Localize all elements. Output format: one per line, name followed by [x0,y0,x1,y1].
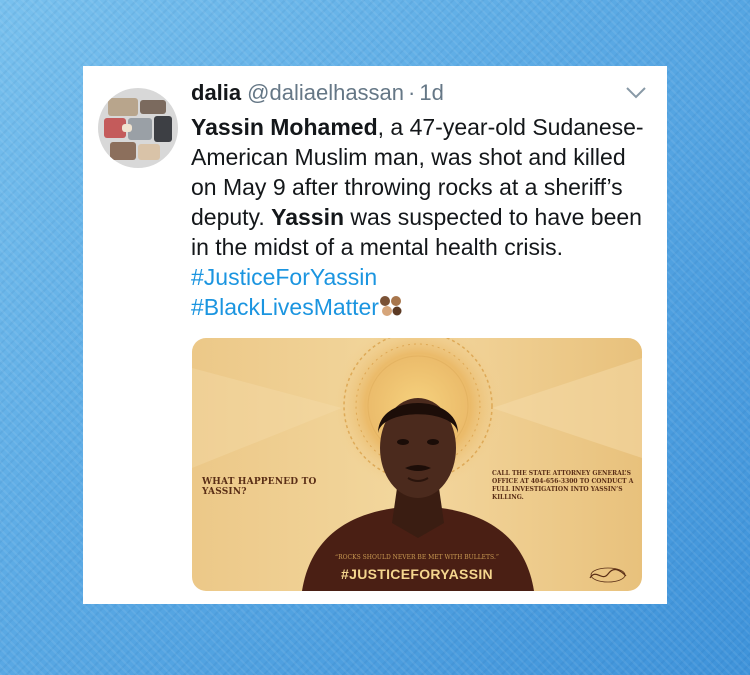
poster-call-to-action: CALL THE STATE ATTORNEY GENERAL’S OFFICE… [492,470,634,501]
tweet-card[interactable]: dalia @daliaelhassan · 1d Yassin Mohamed… [83,66,667,604]
user-handle[interactable]: @daliaelhassan [247,80,404,106]
artist-signature-icon [589,567,627,583]
separator-dot: · [408,80,416,105]
bold-name: Yassin Mohamed [191,114,378,140]
poster-question: WHAT HAPPENED TO YASSIN? [202,477,317,497]
attached-image[interactable]: WHAT HAPPENED TO YASSIN? CALL THE STATE … [192,338,642,591]
poster-hashtag: #JUSTICEFORYASSIN [341,566,493,582]
raised-fists-emoji-icon [379,296,402,316]
display-name[interactable]: dalia [191,80,241,106]
bold-name-2: Yassin [271,204,345,230]
hashtag-black-lives-matter[interactable]: #BlackLivesMatter [191,294,379,320]
tweet-timestamp[interactable]: 1d [419,80,443,106]
poster-quote: “ROCKS SHOULD NEVER BE MET WITH BULLETS.… [335,554,499,561]
tweet-text: Yassin Mohamed, a 47-year-old Sudanese-A… [191,112,651,322]
tweet-header: dalia @daliaelhassan · 1d [191,80,647,110]
chevron-down-icon[interactable] [625,86,647,100]
hashtag-justice-for-yassin[interactable]: #JusticeForYassin [191,264,377,290]
avatar[interactable] [98,88,178,168]
